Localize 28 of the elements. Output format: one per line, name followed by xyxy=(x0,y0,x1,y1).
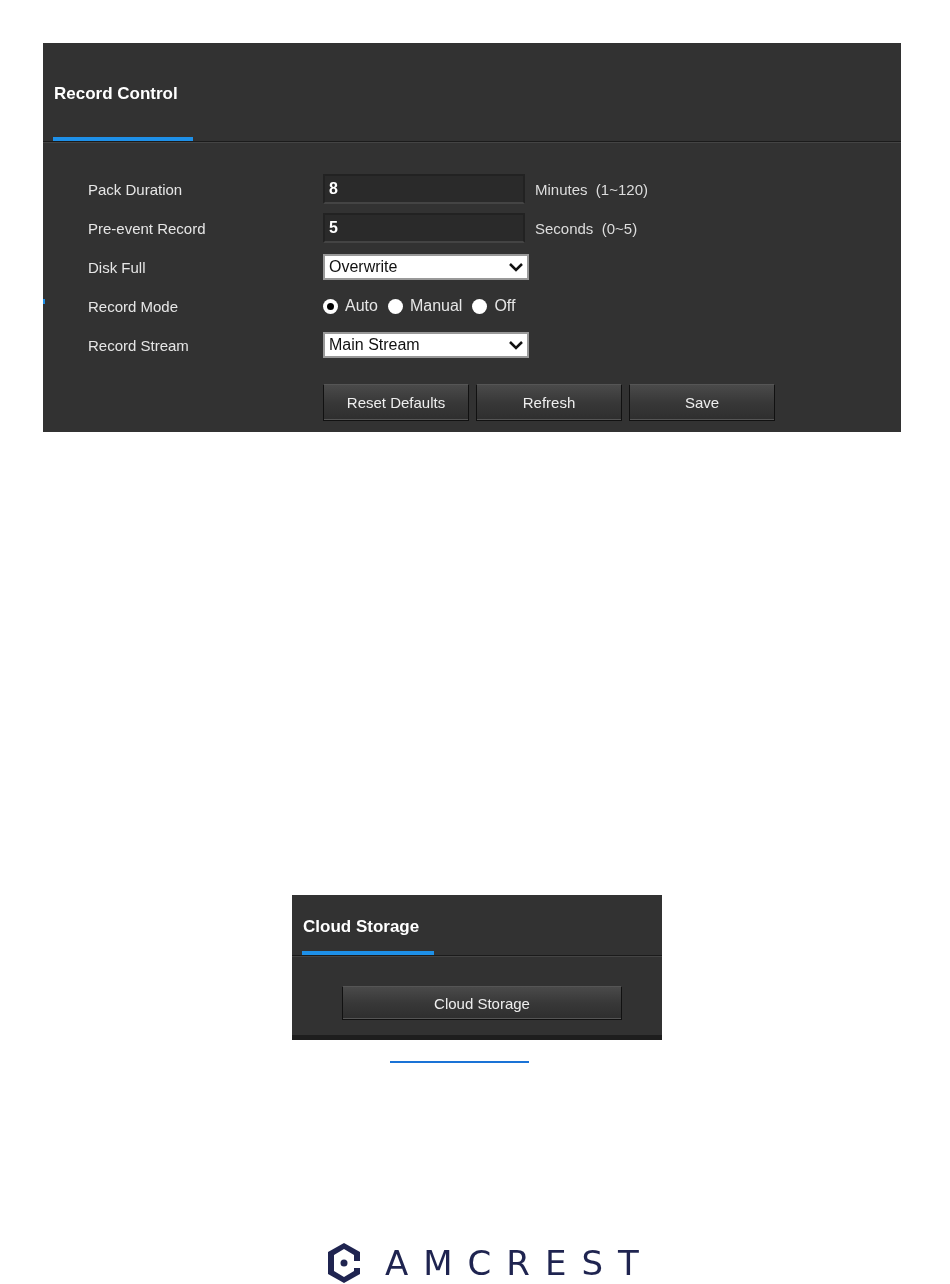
radio-button[interactable] xyxy=(472,298,488,314)
radio-option[interactable]: Off xyxy=(472,297,516,315)
unit-hint: Seconds (0~5) xyxy=(535,219,638,237)
radio-option[interactable]: Manual xyxy=(387,297,463,315)
field-label: Record Stream xyxy=(88,336,190,354)
field-label: Record Mode xyxy=(88,297,180,315)
radio-button[interactable] xyxy=(323,298,338,314)
unit-hint: Minutes (1~120) xyxy=(535,180,648,198)
dropdown[interactable]: Main Stream xyxy=(323,332,529,358)
hexagon-logo-icon xyxy=(325,1241,363,1284)
brand-logo: AMCREST xyxy=(385,1246,654,1280)
radio-option[interactable]: Auto xyxy=(323,297,378,315)
field-label: Pack Duration xyxy=(88,180,184,198)
tab[interactable]: Record Control xyxy=(53,43,193,141)
dropdown[interactable]: Overwrite xyxy=(323,254,529,280)
input-field[interactable]: 8 xyxy=(323,174,525,204)
chevron-down-icon xyxy=(509,262,523,272)
action-button[interactable]: Save xyxy=(629,384,775,421)
action-button[interactable]: Refresh xyxy=(476,384,622,421)
cloud-storage-button[interactable]: Cloud Storage xyxy=(342,986,622,1020)
radio-button[interactable] xyxy=(387,298,403,314)
field-label: Disk Full xyxy=(88,258,147,276)
action-button[interactable]: Reset Defaults xyxy=(323,384,469,421)
input-field[interactable]: 5 xyxy=(323,213,525,243)
tab[interactable]: Cloud Storage xyxy=(302,895,434,955)
chevron-down-icon xyxy=(509,340,523,350)
field-label: Pre-event Record xyxy=(88,219,207,237)
edge-marker xyxy=(43,299,45,304)
